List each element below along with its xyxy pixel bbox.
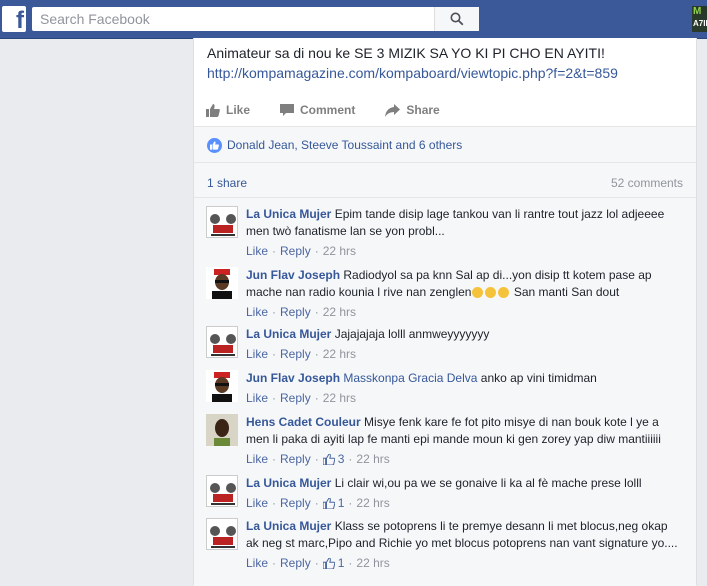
comment-body: La Unica Mujer Klass se potoprens li te …: [246, 518, 681, 572]
comment-meta: Like · Reply · 3 · 22 hrs: [246, 451, 390, 468]
comment-timestamp[interactable]: 22 hrs: [356, 451, 389, 468]
like-reaction-icon: [207, 137, 222, 153]
top-navigation-bar: f MA7IN: [0, 0, 707, 39]
comment-reply-link[interactable]: Reply: [280, 451, 311, 468]
comment-meta: Like · Reply · 22 hrs: [246, 346, 357, 363]
comment-author[interactable]: La Unica Mujer: [246, 476, 331, 490]
thumbs-up-icon: [206, 103, 220, 117]
shares-count[interactable]: 1 share: [207, 176, 247, 190]
page-thumbnail-logo[interactable]: MA7IN: [692, 6, 707, 32]
comment-like-link[interactable]: Like: [246, 495, 268, 512]
search-input[interactable]: [32, 7, 440, 31]
comment-reply-link[interactable]: Reply: [280, 304, 311, 321]
comment-body: La Unica Mujer Jajajajaja lolll anmweyyy…: [246, 326, 681, 363]
comment-meta: Like · Reply · 22 hrs: [246, 304, 357, 321]
share-arrow-icon: [385, 103, 401, 117]
avatar[interactable]: [206, 414, 238, 446]
comment-timestamp[interactable]: 22 hrs: [323, 304, 356, 321]
post-text: Animateur sa di nou ke SE 3 MIZIK SA YO …: [207, 45, 605, 61]
grinning-emoji-icon: [498, 287, 510, 299]
comment-author[interactable]: Jun Flav Joseph: [246, 371, 340, 385]
avatar[interactable]: [206, 518, 238, 550]
comment-reply-link[interactable]: Reply: [280, 555, 311, 572]
comment-reactions[interactable]: 1: [322, 555, 345, 572]
comments-count[interactable]: 52 comments: [611, 176, 683, 190]
thumbs-up-icon: [322, 558, 335, 569]
comment-reactions[interactable]: 1: [322, 495, 345, 512]
post-stats: 1 share 52 comments: [194, 162, 696, 198]
comment-like-link[interactable]: Like: [246, 243, 268, 260]
like-button[interactable]: Like: [206, 103, 250, 117]
avatar[interactable]: [206, 370, 238, 402]
comment-timestamp[interactable]: 22 hrs: [323, 243, 356, 260]
avatar[interactable]: [206, 326, 238, 358]
comment-author[interactable]: La Unica Mujer: [246, 519, 331, 533]
comment-body: Hens Cadet Couleur Misye fenk kare fe fo…: [246, 414, 681, 468]
comment-text: Li clair wi,ou pa we se gonaive li ka al…: [334, 476, 642, 490]
comment-timestamp[interactable]: 22 hrs: [323, 346, 356, 363]
facebook-logo[interactable]: f: [2, 6, 26, 34]
comment-timestamp[interactable]: 22 hrs: [356, 555, 389, 572]
comment-like-link[interactable]: Like: [246, 555, 268, 572]
reaction-count: 1: [337, 556, 345, 570]
grinning-emoji-icon: [485, 287, 497, 299]
comment-author[interactable]: La Unica Mujer: [246, 327, 331, 341]
comment-like-link[interactable]: Like: [246, 390, 268, 407]
comment-like-link[interactable]: Like: [246, 451, 268, 468]
thumbs-up-icon: [322, 454, 335, 465]
post-link[interactable]: http://kompamagazine.com/kompaboard/view…: [207, 65, 618, 81]
thumbs-up-icon: [322, 498, 335, 509]
comments-list: La Unica Mujer Epim tande disip lage tan…: [194, 197, 696, 586]
comment-timestamp[interactable]: 22 hrs: [356, 495, 389, 512]
comment-reply-link[interactable]: Reply: [280, 390, 311, 407]
reaction-count: 3: [337, 452, 345, 466]
comment-button[interactable]: Comment: [280, 103, 355, 117]
comment-meta: Like · Reply · 22 hrs: [246, 390, 357, 407]
comment-author[interactable]: La Unica Mujer: [246, 207, 331, 221]
comment-timestamp[interactable]: 22 hrs: [323, 390, 356, 407]
comment-icon: [280, 103, 295, 116]
comment-meta: Like · Reply · 1 · 22 hrs: [246, 495, 390, 512]
comment-body: Jun Flav Joseph Radiodyol sa pa knn Sal …: [246, 267, 681, 321]
post-actions: Like Comment Share: [206, 98, 684, 122]
comment-reply-link[interactable]: Reply: [280, 243, 311, 260]
comment-author[interactable]: Jun Flav Joseph: [246, 268, 340, 282]
search-icon: [450, 12, 464, 26]
comment-like-link[interactable]: Like: [246, 346, 268, 363]
comment-body: La Unica Mujer Epim tande disip lage tan…: [246, 206, 681, 260]
search-button[interactable]: [434, 7, 479, 31]
grinning-emoji-icon: [472, 287, 484, 299]
post-card: Animateur sa di nou ke SE 3 MIZIK SA YO …: [193, 38, 697, 586]
share-button[interactable]: Share: [385, 103, 440, 117]
comment-text-continued: San manti San dout: [513, 285, 620, 299]
comment-text: anko ap vini timidman: [480, 371, 597, 385]
comment-text: Jajajajaja lolll anmweyyyyyyy: [334, 327, 490, 341]
avatar[interactable]: [206, 267, 238, 299]
comment-body: La Unica Mujer Li clair wi,ou pa we se g…: [246, 475, 681, 512]
avatar[interactable]: [206, 206, 238, 238]
comment-meta: Like · Reply · 22 hrs: [246, 243, 357, 260]
tagged-page-link[interactable]: Masskonpa Gracia Delva: [343, 371, 477, 385]
comment-body: Jun Flav Joseph Masskonpa Gracia Delva a…: [246, 370, 681, 407]
comment-reply-link[interactable]: Reply: [280, 495, 311, 512]
comment-like-link[interactable]: Like: [246, 304, 268, 321]
likes-summary: Donald Jean, Steeve Toussaint and 6 othe…: [194, 126, 696, 163]
post-body: Animateur sa di nou ke SE 3 MIZIK SA YO …: [207, 43, 687, 83]
comment-author[interactable]: Hens Cadet Couleur: [246, 415, 361, 429]
avatar[interactable]: [206, 475, 238, 507]
comment-reply-link[interactable]: Reply: [280, 346, 311, 363]
reaction-count: 1: [337, 496, 345, 510]
search-box: [32, 7, 479, 31]
comment-reactions[interactable]: 3: [322, 451, 345, 468]
comment-meta: Like · Reply · 1 · 22 hrs: [246, 555, 390, 572]
likers-list[interactable]: Donald Jean, Steeve Toussaint and 6 othe…: [227, 138, 462, 152]
